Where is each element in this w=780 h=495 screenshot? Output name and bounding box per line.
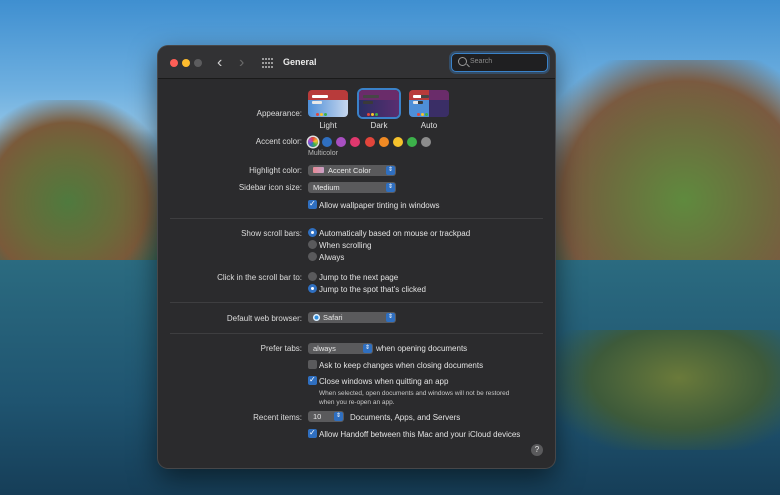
- show-all-grid-icon[interactable]: [262, 58, 273, 69]
- accent-swatch-yellow[interactable]: [393, 137, 403, 147]
- forward-chevron-icon[interactable]: ›: [239, 54, 244, 72]
- window-title: General: [283, 57, 317, 67]
- close-windows-note-line1: When selected, open documents and window…: [319, 390, 510, 397]
- scroll-click-radio-spot[interactable]: [308, 284, 317, 293]
- close-windows-note-line2: when you re-open an app.: [319, 399, 395, 406]
- accent-swatch-blue[interactable]: [322, 137, 332, 147]
- general-preferences-window: ‹ › General Search Appearance: Light Dar…: [158, 46, 555, 468]
- recent-items-label: Recent items:: [253, 413, 302, 422]
- close-button[interactable]: [170, 59, 178, 67]
- wallpaper-coast: [555, 330, 780, 450]
- recent-items-popup[interactable]: 10 ⇕: [308, 411, 344, 422]
- separator: [170, 218, 543, 219]
- close-windows-label: Close windows when quitting an app: [319, 377, 449, 386]
- ask-keep-changes-label: Ask to keep changes when closing documen…: [319, 361, 484, 370]
- zoom-button[interactable]: [194, 59, 202, 67]
- separator: [170, 302, 543, 303]
- appearance-dark-label: Dark: [370, 121, 388, 130]
- scroll-bars-radio-scrolling[interactable]: [308, 240, 317, 249]
- accent-swatch-orange[interactable]: [379, 137, 389, 147]
- wallpaper-tint-label: Allow wallpaper tinting in windows: [319, 201, 440, 210]
- search-placeholder: Search: [470, 58, 493, 65]
- separator: [170, 333, 543, 334]
- appearance-auto-label: Auto: [420, 121, 438, 130]
- scroll-click-radio-next-page[interactable]: [308, 272, 317, 281]
- back-chevron-icon[interactable]: ‹: [217, 54, 222, 72]
- highlight-color-value: Accent Color: [328, 166, 371, 175]
- handoff-label: Allow Handoff between this Mac and your …: [319, 430, 521, 439]
- highlight-swatch-icon: [313, 167, 324, 173]
- accent-swatch-pink[interactable]: [350, 137, 360, 147]
- titlebar: ‹ › General Search: [158, 46, 555, 79]
- prefer-tabs-popup[interactable]: always ⇕: [308, 343, 373, 354]
- highlight-color-label: Highlight color:: [249, 166, 302, 175]
- appearance-label: Appearance:: [256, 109, 302, 118]
- scroll-bars-label: Show scroll bars:: [241, 229, 302, 238]
- scroll-bars-option-scrolling: When scrolling: [319, 241, 372, 250]
- appearance-light-label: Light: [319, 121, 337, 130]
- accent-swatch-multicolor[interactable]: [308, 137, 318, 147]
- accent-swatch-green[interactable]: [407, 137, 417, 147]
- default-browser-label: Default web browser:: [226, 314, 302, 323]
- handoff-checkbox[interactable]: [308, 428, 317, 438]
- minimize-button[interactable]: [182, 59, 190, 67]
- close-windows-checkbox[interactable]: [308, 375, 317, 385]
- prefer-tabs-label: Prefer tabs:: [260, 344, 302, 353]
- prefer-tabs-suffix: when opening documents: [376, 344, 468, 353]
- appearance-dark-thumbnail[interactable]: [359, 90, 399, 117]
- safari-icon: [313, 314, 320, 321]
- scroll-bars-option-always: Always: [319, 253, 345, 262]
- default-browser-popup[interactable]: Safari ⇕: [308, 312, 396, 323]
- scroll-bars-radio-always[interactable]: [308, 252, 317, 261]
- highlight-color-popup[interactable]: Accent Color ⇕: [308, 165, 396, 176]
- accent-selected-name: Multicolor: [308, 150, 338, 157]
- help-button[interactable]: ?: [531, 444, 543, 456]
- appearance-auto-thumbnail[interactable]: [409, 90, 449, 117]
- sidebar-icon-size-value: Medium: [313, 183, 340, 192]
- accent-swatch-graphite[interactable]: [421, 137, 431, 147]
- search-icon: [458, 57, 467, 66]
- accent-color-label: Accent color:: [255, 137, 302, 146]
- wallpaper-mountains-left: [0, 100, 170, 270]
- accent-swatch-red[interactable]: [365, 137, 375, 147]
- accent-swatch-purple[interactable]: [336, 137, 346, 147]
- chevron-updown-icon: ⇕: [386, 183, 395, 192]
- sidebar-icon-size-popup[interactable]: Medium ⇕: [308, 182, 396, 193]
- chevron-updown-icon: ⇕: [386, 166, 395, 175]
- chevron-updown-icon: ⇕: [334, 412, 343, 421]
- sidebar-icon-size-label: Sidebar icon size:: [238, 183, 302, 192]
- scroll-click-label: Click in the scroll bar to:: [217, 273, 302, 282]
- recent-items-suffix: Documents, Apps, and Servers: [350, 413, 461, 422]
- wallpaper-tint-checkbox[interactable]: [308, 199, 317, 209]
- ask-keep-changes-checkbox[interactable]: [308, 360, 317, 369]
- scroll-bars-option-auto: Automatically based on mouse or trackpad: [319, 229, 471, 238]
- chevron-updown-icon: ⇕: [363, 344, 372, 353]
- scroll-bars-radio-auto[interactable]: [308, 228, 317, 237]
- recent-items-value: 10: [313, 412, 322, 421]
- appearance-light-thumbnail[interactable]: [308, 90, 348, 117]
- chevron-updown-icon: ⇕: [386, 313, 395, 322]
- scroll-click-option-spot: Jump to the spot that's clicked: [319, 285, 426, 294]
- default-browser-value: Safari: [323, 313, 343, 322]
- search-field[interactable]: Search: [451, 53, 548, 72]
- scroll-click-option-next-page: Jump to the next page: [319, 273, 399, 282]
- prefer-tabs-value: always: [313, 344, 336, 353]
